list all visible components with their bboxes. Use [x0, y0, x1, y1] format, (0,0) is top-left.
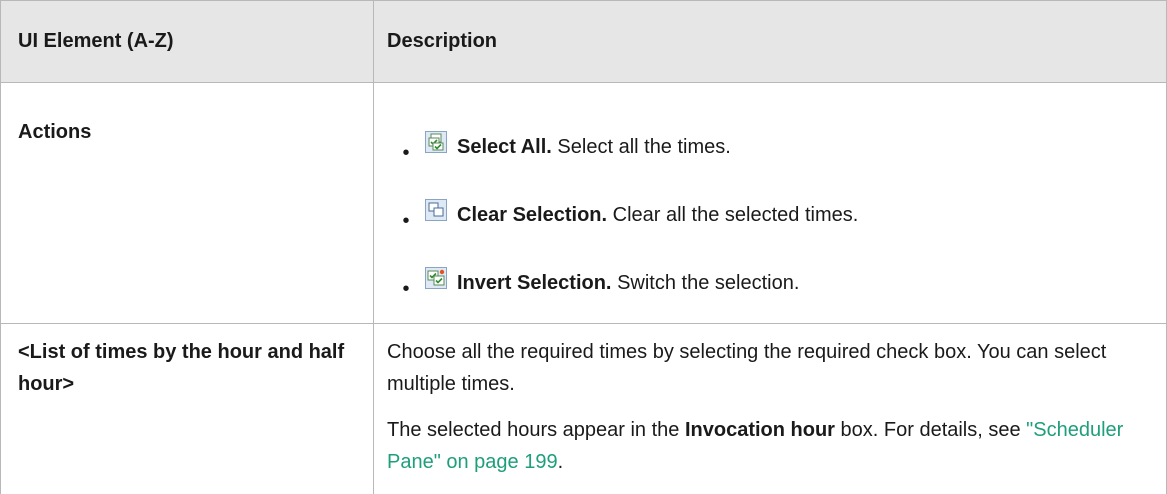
clear-selection-icon — [425, 199, 447, 221]
action-invert-selection: • Invert Selection. Switch the selection… — [387, 249, 1156, 317]
bullet: • — [402, 209, 410, 232]
action-clear-selection: • Clear Selection. Clear all the selecte… — [387, 181, 1156, 249]
table-row-actions: Actions • Select All. Select all the tim… — [1, 83, 1166, 324]
description-paragraph-details: The selected hours appear in the Invocat… — [387, 414, 1156, 478]
action-label: Select All. — [457, 135, 552, 158]
row-element-name: Actions — [1, 83, 374, 323]
action-label: Invert Selection. — [457, 271, 612, 294]
invocation-hour-label: Invocation hour — [684, 419, 835, 441]
invert-selection-icon — [425, 267, 447, 289]
row-description: • Select All. Select all the times. • Cl… — [374, 83, 1166, 323]
actions-list: • Select All. Select all the times. • Cl… — [387, 83, 1156, 317]
action-text: Select all the times. — [557, 135, 731, 158]
text: . — [557, 451, 564, 473]
bullet: • — [402, 277, 410, 300]
table-header: UI Element (A-Z) Description — [1, 0, 1166, 83]
header-ui-element: UI Element (A-Z) — [1, 1, 374, 82]
text: The selected hours appear in the — [387, 419, 685, 441]
action-label: Clear Selection. — [457, 203, 608, 226]
bullet: • — [402, 141, 410, 164]
row-description: Choose all the required times by selecti… — [374, 324, 1166, 494]
text: box. For details, see — [834, 419, 1027, 441]
action-text: Switch the selection. — [617, 271, 800, 294]
row-element-name: <List of times by the hour and half hour… — [1, 324, 374, 494]
description-paragraph: Choose all the required times by selecti… — [387, 341, 1107, 395]
ui-elements-table: UI Element (A-Z) Description Actions • S… — [0, 0, 1167, 494]
select-all-icon — [425, 131, 447, 153]
table-row-times: <List of times by the hour and half hour… — [1, 324, 1166, 494]
header-description: Description — [387, 30, 498, 52]
action-select-all: • Select All. Select all the times. — [387, 113, 1156, 181]
action-text: Clear all the selected times. — [612, 203, 859, 226]
